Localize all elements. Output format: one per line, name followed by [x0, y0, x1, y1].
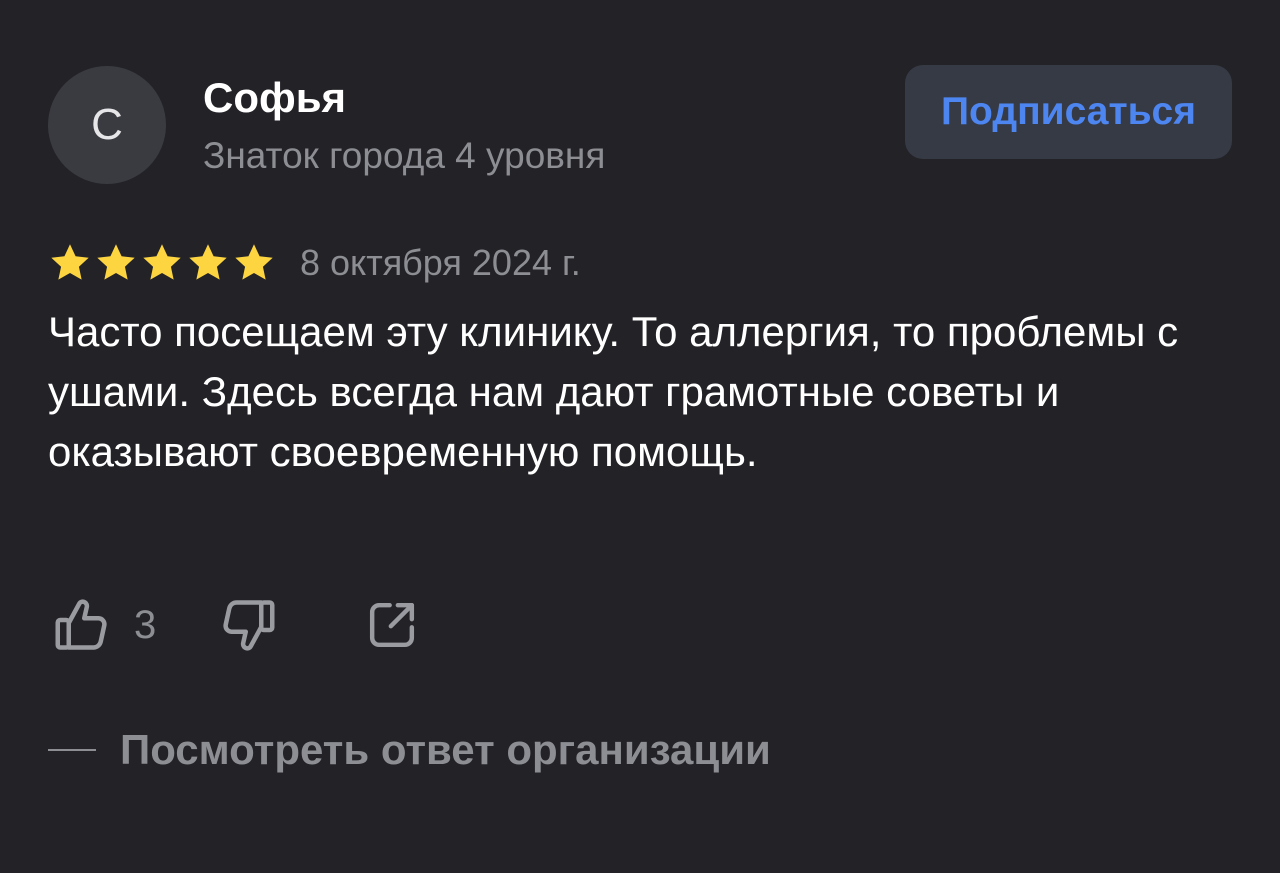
thumbs-down-icon — [218, 595, 278, 655]
star-icon — [97, 244, 135, 280]
star-icon — [189, 244, 227, 280]
dash-divider — [48, 749, 96, 751]
star-icon — [143, 244, 181, 280]
subscribe-button[interactable]: Подписаться — [905, 65, 1232, 159]
like-button[interactable]: 3 — [52, 595, 156, 655]
star-rating — [48, 241, 278, 285]
review-date: 8 октября 2024 г. — [300, 242, 581, 283]
review-text: Часто посещаем эту клинику. То аллергия,… — [48, 308, 1179, 475]
author-name[interactable]: Софья — [203, 74, 346, 122]
avatar-letter: С — [91, 100, 123, 149]
org-reply-label: Посмотреть ответ организации — [120, 726, 771, 773]
star-icon — [235, 244, 273, 280]
dislike-button[interactable] — [218, 595, 278, 655]
rating-row: 8 октября 2024 г. — [48, 238, 581, 288]
author-level: Знаток города 4 уровня — [203, 135, 606, 176]
star-icon — [51, 244, 89, 280]
avatar[interactable]: С — [48, 66, 166, 184]
thumbs-up-icon — [52, 595, 112, 655]
review-actions: 3 — [52, 592, 420, 658]
review-card: С Софья Знаток города 4 уровня Подписать… — [0, 0, 1280, 873]
share-icon — [364, 597, 420, 653]
like-count: 3 — [134, 603, 157, 647]
org-reply-link[interactable]: Посмотреть ответ организации — [48, 722, 771, 778]
share-button[interactable] — [364, 597, 420, 653]
